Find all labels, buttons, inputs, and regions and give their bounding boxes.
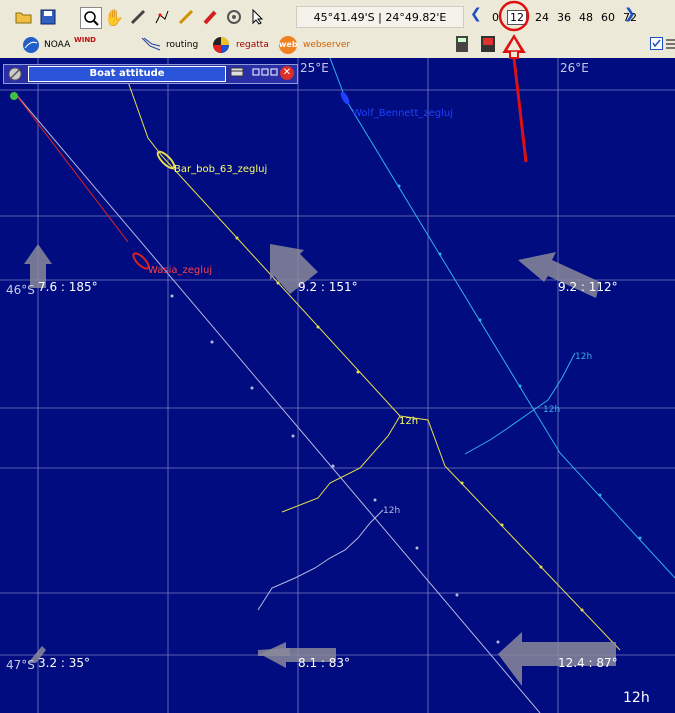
grid-lines	[0, 58, 675, 713]
white-track-dots	[170, 294, 500, 644]
pointer-icon[interactable]	[248, 7, 268, 27]
marker-icon[interactable]	[200, 7, 220, 27]
routing-label: routing	[166, 40, 199, 50]
map-canvas[interactable]: 25°E 26°E 46°S 47°S Bar_bob_63_zegluj Wa…	[0, 58, 675, 713]
cyan-routing	[464, 352, 576, 455]
measure-icon[interactable]	[128, 7, 148, 27]
noaa-icon	[23, 37, 39, 53]
time-label-white: 12h	[383, 506, 401, 516]
yellow-track	[125, 75, 621, 651]
cyan-track	[329, 58, 675, 579]
hour-36[interactable]: 36	[557, 11, 571, 24]
routing-button[interactable]: routing	[140, 36, 198, 54]
wind-label-6: 12.4 : 87°	[558, 656, 618, 670]
webserver-button[interactable]: web webserver	[279, 36, 350, 54]
white-track	[13, 91, 541, 713]
prev-time-icon[interactable]: ❮	[470, 6, 482, 22]
routing-icon	[141, 37, 161, 51]
time-label-corner: 12h	[623, 690, 650, 706]
hour-12[interactable]: 12	[507, 10, 527, 25]
wind-arrows	[24, 244, 616, 686]
hour-48[interactable]: 48	[579, 11, 593, 24]
menu-icon[interactable]	[666, 38, 675, 50]
map-graphics	[0, 58, 675, 713]
checkbox[interactable]	[650, 37, 663, 50]
save-icon[interactable]	[38, 7, 58, 27]
pencil-icon[interactable]	[176, 7, 196, 27]
noaa-label: NOAA	[44, 40, 71, 50]
noaa-button[interactable]: NOAA	[22, 36, 70, 54]
hour-0[interactable]: 0	[492, 11, 499, 24]
gps-device-icon[interactable]	[478, 34, 498, 54]
wind-label-3: 9.2 : 112°	[558, 280, 618, 294]
panel-disable-icon[interactable]	[8, 66, 22, 85]
web-icon: web	[279, 36, 298, 54]
white-routing	[257, 509, 384, 611]
wind-label-5: 8.1 : 83°	[298, 656, 351, 670]
cursor-coordinates: 45°41.49'S | 24°49.82'E	[296, 6, 464, 28]
target-icon[interactable]	[224, 7, 244, 27]
boat-label-bar-bob: Bar_bob_63_zegluj	[174, 164, 268, 175]
buoy-icon	[10, 92, 18, 100]
route-icon[interactable]	[152, 7, 172, 27]
zoom-icon[interactable]	[80, 7, 102, 29]
calculator-icon[interactable]	[455, 35, 469, 53]
regatta-label: regatta	[236, 40, 269, 50]
yellow-routing	[281, 415, 401, 513]
regatta-button[interactable]: regatta	[212, 36, 269, 54]
boat-attitude-panel: Boat attitude ✕	[3, 64, 298, 84]
panel-title: Boat attitude	[28, 66, 226, 82]
next-time-icon[interactable]: ❯	[624, 6, 636, 22]
boat-label-wolf: Wolf_Bennett_zegluj	[352, 108, 454, 119]
main-toolbar: ✋ 45°41.49'S | 24°49.82'E ❮ 0 12 24 36 48 60 7…	[0, 0, 675, 33]
time-label-cyan-1: 12h	[575, 352, 593, 362]
warning-icon[interactable]	[505, 36, 523, 52]
regatta-icon	[213, 37, 229, 53]
hour-60[interactable]: 60	[601, 11, 615, 24]
panel-minimize-icon[interactable]	[230, 66, 244, 80]
webserver-label: webserver	[303, 40, 351, 50]
wind-label: WIND	[74, 36, 96, 44]
wind-label-1: 7.6 : 185°	[38, 280, 98, 294]
open-folder-icon[interactable]	[14, 7, 34, 27]
panel-expand-icon[interactable]	[252, 66, 278, 80]
cyan-track-dots	[397, 184, 642, 540]
time-label-yellow: 12h	[399, 416, 419, 427]
wind-label-4: 3.2 : 35°	[38, 656, 91, 670]
wind-button[interactable]: WIND	[74, 36, 96, 44]
red-track	[13, 91, 129, 243]
boat-label-wasia: Wasia_zegluj	[148, 265, 213, 276]
boat-wolf[interactable]	[339, 90, 351, 105]
lat-label-47: 47°S	[6, 658, 35, 672]
lon-label-26: 26°E	[560, 61, 589, 75]
time-label-cyan-2: 12h	[543, 405, 561, 415]
pan-hand-icon[interactable]: ✋	[104, 7, 124, 27]
forecast-hours: 0 12 24 36 48 60 72	[492, 10, 645, 25]
hour-24[interactable]: 24	[535, 11, 549, 24]
lat-label-46: 46°S	[6, 283, 35, 297]
panel-close-icon[interactable]: ✕	[280, 66, 294, 80]
lon-label-25: 25°E	[300, 61, 329, 75]
wind-label-2: 9.2 : 151°	[298, 280, 358, 294]
